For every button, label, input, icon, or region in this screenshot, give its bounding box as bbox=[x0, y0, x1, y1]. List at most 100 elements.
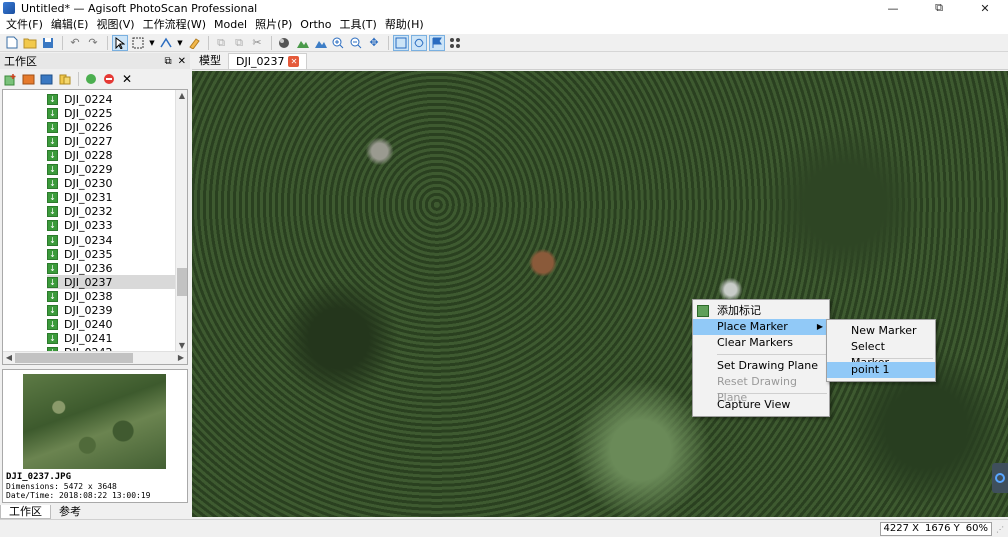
camera-list-item[interactable]: ↓ DJI_0226 bbox=[47, 120, 112, 134]
camera-list-item[interactable]: ↓ DJI_0225 bbox=[47, 106, 112, 120]
menu-item-point-1[interactable]: point 1 bbox=[827, 362, 935, 378]
camera-enabled-icon: ↓ bbox=[47, 164, 58, 175]
menu-item-place-marker[interactable]: Place Marker ▶ bbox=[693, 319, 829, 335]
camera-list-item[interactable]: ↓ DJI_0241 bbox=[47, 332, 112, 346]
undo-icon[interactable]: ↶ bbox=[67, 35, 83, 51]
zoom-slider-handle-icon[interactable] bbox=[992, 463, 1008, 493]
shading-sphere-icon[interactable] bbox=[276, 35, 292, 51]
menu-item-select-marker[interactable]: Select Marker... bbox=[827, 339, 935, 369]
add-photos-icon[interactable] bbox=[20, 71, 36, 87]
save-icon[interactable] bbox=[40, 35, 56, 51]
camera-list-item[interactable]: ↓ DJI_0236 bbox=[47, 261, 112, 275]
menu-item-label: Set Drawing Plane bbox=[717, 359, 818, 372]
copy-icon[interactable]: ⧉ bbox=[213, 35, 229, 51]
camera-label: DJI_0231 bbox=[64, 191, 113, 205]
enable-camera-icon[interactable] bbox=[83, 71, 99, 87]
redo-icon[interactable]: ↷ bbox=[85, 35, 101, 51]
open-folder-icon[interactable] bbox=[22, 35, 38, 51]
camera-list-item[interactable]: ↓ DJI_0224 bbox=[47, 92, 112, 106]
menu-item-clear-markers[interactable]: Clear Markers bbox=[693, 335, 829, 351]
chevron-down-icon[interactable]: ▼ bbox=[148, 35, 156, 51]
toolbar-separator bbox=[107, 35, 108, 50]
menu-help[interactable]: 帮助(H) bbox=[381, 16, 428, 34]
scroll-up-arrow-icon[interactable]: ▲ bbox=[176, 90, 187, 102]
menu-workflow[interactable]: 工作流程(W) bbox=[139, 16, 210, 34]
menu-item-new-marker[interactable]: New Marker bbox=[827, 323, 935, 339]
close-panel-icon[interactable]: ✕ bbox=[178, 56, 186, 67]
grid-dots-icon[interactable] bbox=[447, 35, 463, 51]
navigation-cursor-icon[interactable] bbox=[112, 34, 128, 51]
mountain-view-icon[interactable] bbox=[294, 35, 310, 51]
add-folder-icon[interactable] bbox=[38, 71, 54, 87]
menu-item-label: New Marker bbox=[851, 324, 917, 337]
camera-enabled-icon: ↓ bbox=[47, 178, 58, 190]
add-chunk-icon[interactable] bbox=[2, 71, 18, 87]
scroll-left-arrow-icon[interactable]: ◀ bbox=[3, 352, 15, 364]
camera-list-horizontal-scrollbar[interactable]: ◀ ▶ bbox=[3, 351, 187, 364]
chevron-down-icon[interactable]: ▼ bbox=[176, 35, 184, 51]
camera-list-item[interactable]: ↓ DJI_0238 bbox=[47, 289, 112, 303]
close-button[interactable]: ✕ bbox=[962, 0, 1008, 16]
crop-icon[interactable]: ✂ bbox=[249, 35, 265, 51]
document-tabs: 模型 DJI_0237 ✕ bbox=[192, 53, 1008, 70]
main-toolbar: ↶ ↷ ▼ ▼ ⧉ ⧉ ✂ ✥ bbox=[0, 34, 1008, 52]
camera-list-item[interactable]: ↓ DJI_0237 bbox=[47, 275, 175, 290]
camera-list-item[interactable]: ↓ DJI_0227 bbox=[47, 134, 112, 148]
camera-list-item[interactable]: ↓ DJI_0239 bbox=[47, 304, 112, 318]
camera-enabled-icon: ↓ bbox=[47, 135, 58, 147]
eraser-icon[interactable] bbox=[186, 35, 202, 51]
remove-item-icon[interactable]: ✕ bbox=[119, 71, 135, 87]
close-tab-icon[interactable]: ✕ bbox=[288, 56, 300, 67]
point-cloud-icon[interactable] bbox=[312, 35, 328, 51]
camera-list-item[interactable]: ↓ DJI_0234 bbox=[47, 233, 112, 247]
photo-info: DJI_0237.JPG Dimensions: 5472 x 3648 Dat… bbox=[6, 472, 151, 501]
menu-item-set-drawing-plane[interactable]: Set Drawing Plane bbox=[693, 358, 829, 374]
paste-icon[interactable]: ⧉ bbox=[231, 35, 247, 51]
camera-list-item[interactable]: ↓ DJI_0233 bbox=[47, 219, 112, 233]
zoom-out-icon[interactable] bbox=[348, 35, 364, 51]
resize-grip-icon[interactable]: ⋰ bbox=[996, 525, 1006, 535]
restore-button[interactable]: ⧉ bbox=[916, 0, 962, 16]
minimize-button[interactable]: — bbox=[870, 0, 916, 16]
new-file-icon[interactable] bbox=[4, 35, 20, 51]
scrollbar-thumb[interactable] bbox=[15, 353, 133, 363]
rectangle-selection-icon[interactable] bbox=[130, 35, 146, 51]
camera-list-vertical-scrollbar[interactable]: ▲ ▼ bbox=[175, 90, 187, 352]
camera-list-item[interactable]: ↓ DJI_0230 bbox=[47, 177, 112, 191]
show-shapes-flag-icon[interactable] bbox=[429, 34, 445, 51]
show-cameras-icon[interactable] bbox=[393, 34, 409, 51]
camera-list-item[interactable]: ↓ DJI_0231 bbox=[47, 191, 112, 205]
menu-file[interactable]: 文件(F) bbox=[2, 16, 47, 34]
camera-list-item[interactable]: ↓ DJI_0228 bbox=[47, 148, 112, 162]
camera-list-item[interactable]: ↓ DJI_0235 bbox=[47, 247, 112, 261]
scroll-right-arrow-icon[interactable]: ▶ bbox=[175, 352, 187, 364]
disable-camera-icon[interactable] bbox=[101, 71, 117, 87]
photo-filename: DJI_0237.JPG bbox=[6, 472, 72, 482]
pan-move-icon[interactable]: ✥ bbox=[366, 35, 382, 51]
photo-viewport[interactable] bbox=[192, 71, 1008, 517]
ruler-tool-icon[interactable] bbox=[158, 35, 174, 51]
menu-tools[interactable]: 工具(T) bbox=[336, 16, 381, 34]
photo-group-icon[interactable] bbox=[56, 71, 72, 87]
float-panel-icon[interactable]: ⧉ bbox=[164, 56, 171, 67]
menu-view[interactable]: 视图(V) bbox=[92, 16, 138, 34]
menu-item-add-marker[interactable]: 添加标记 bbox=[693, 303, 829, 319]
camera-list-item[interactable]: ↓ DJI_0240 bbox=[47, 318, 112, 332]
app-window: Untitled* — Agisoft PhotoScan Profession… bbox=[0, 0, 1008, 537]
camera-label: DJI_0236 bbox=[64, 261, 113, 275]
menu-ortho[interactable]: Ortho bbox=[296, 16, 335, 34]
menu-photos[interactable]: 照片(P) bbox=[251, 16, 296, 34]
scrollbar-thumb[interactable] bbox=[177, 268, 187, 296]
menu-item-capture-view[interactable]: Capture View bbox=[693, 397, 829, 413]
zoom-in-icon[interactable] bbox=[330, 35, 346, 51]
tab-photo-dji-0237[interactable]: DJI_0237 ✕ bbox=[228, 53, 308, 69]
menu-edit[interactable]: 编辑(E) bbox=[47, 16, 93, 34]
context-menu: 添加标记 Place Marker ▶ Clear Markers Set Drawin… bbox=[692, 299, 830, 417]
menu-model[interactable]: Model bbox=[210, 16, 251, 34]
camera-list-item[interactable]: ↓ DJI_0229 bbox=[47, 163, 112, 177]
tab-reference[interactable]: 参考 bbox=[51, 505, 89, 519]
show-markers-icon[interactable] bbox=[411, 34, 427, 51]
tab-workspace[interactable]: 工作区 bbox=[0, 505, 51, 519]
camera-list-item[interactable]: ↓ DJI_0232 bbox=[47, 205, 112, 219]
tab-model[interactable]: 模型 bbox=[192, 53, 228, 69]
